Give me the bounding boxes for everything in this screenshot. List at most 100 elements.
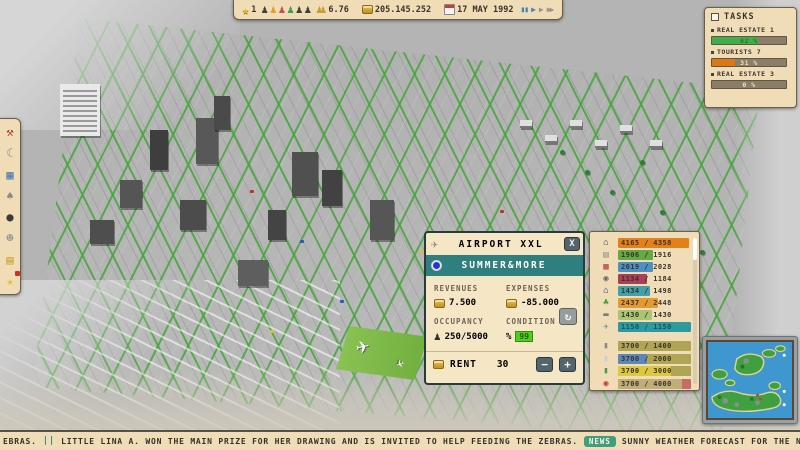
airplane-icon: ✈ [431, 237, 439, 251]
task-progressbar: 0 % [711, 80, 787, 89]
date-value: 17 MAY 1992 [457, 4, 514, 15]
achievements-button[interactable]: ★ [2, 270, 20, 289]
car [270, 330, 274, 333]
task-label: REAL ESTATE 1 [717, 26, 775, 34]
minimap[interactable] [702, 336, 798, 424]
news-ticker: EBRAS. || LITTLE LINA A. WON THE MAIN PR… [0, 430, 800, 450]
money-value: 205.145.252 [374, 4, 432, 15]
resource-row-traffic: ▬ 1430 / 1430 [594, 309, 691, 321]
car-icon: ▬ [603, 310, 609, 320]
toolbar-sidebar: ⚒ ☾ ▦ ♠ ● ☻ ▤ ★ [0, 118, 21, 295]
industry-icon: ▦ [603, 262, 609, 272]
owner-radio-icon[interactable] [431, 260, 442, 271]
fastest-button[interactable]: ▶▶ [547, 5, 555, 14]
star-count: 1 [251, 4, 257, 15]
resource-value: 1134 / 1184 [621, 275, 672, 283]
percent-sign: % [506, 331, 512, 342]
resource-value: 3700 / 4000 [621, 379, 672, 388]
task-item[interactable]: REAL ESTATE 3 0 % [711, 70, 790, 89]
building [620, 125, 632, 133]
resource-row-buildings: ⌂ 4165 / 4358 [594, 237, 691, 249]
star-icon: ★ [6, 273, 14, 288]
resource-row-leisure: ◉ 1134 / 1184 [594, 273, 691, 285]
statistics-button[interactable]: ▦ [2, 167, 18, 183]
money-icon [433, 360, 444, 369]
star-rating: ★ 1 [242, 4, 256, 16]
rent-increase-button[interactable]: + [559, 357, 576, 372]
bullet-icon [711, 28, 714, 32]
build-tools-button[interactable]: ⚒ [2, 124, 18, 140]
resource-row-parks: ♣ 2437 / 2448 [594, 297, 691, 309]
face-icon: ☻ [6, 231, 14, 246]
top-status-bar: ★ 1 ♟ ♟ ♟ ♟ ♟ ♟ ♟ ♟ 6.76 205.145.252 17 … [233, 0, 563, 20]
task-percent: 62 % [740, 36, 758, 45]
expenses-value: -85.000 [521, 298, 559, 308]
money-icon [506, 298, 517, 308]
satisfaction-rating: ♟ ♟ 6.76 [316, 4, 349, 15]
owner-name: SUMMER&MORE [461, 260, 547, 271]
pause-button[interactable]: ▮▮ [520, 5, 529, 14]
supply-icon: ▮ [603, 353, 609, 364]
building [292, 152, 318, 196]
people-button[interactable]: ☻ [2, 230, 18, 246]
star-icon: ★ [242, 2, 250, 17]
notification-badge [15, 270, 20, 276]
supply-icon: ▮ [603, 341, 609, 352]
car [340, 300, 344, 303]
scrollbar-thumb[interactable] [693, 238, 697, 260]
airplane-icon: ✈ [603, 322, 609, 332]
tree [585, 170, 590, 175]
hammer-wrench-icon: ⚒ [6, 125, 14, 140]
day-night-button[interactable]: ☾ [2, 145, 18, 161]
buildings-icon: ⌂ [603, 238, 609, 248]
person-icon: ♟ [269, 3, 277, 16]
task-progressbar: 31 % [711, 58, 787, 67]
task-label: TOURISTS 7 [717, 48, 762, 56]
money-icon [361, 5, 373, 14]
fast-button[interactable]: ▶ [539, 5, 544, 14]
play-button[interactable]: ▶ [531, 5, 536, 14]
sea-top-left [0, 0, 240, 130]
minimap-frame [706, 340, 794, 420]
task-item[interactable]: TOURISTS 7 31 % [711, 48, 790, 67]
money-icon [434, 298, 445, 308]
world-button[interactable]: ● [2, 209, 18, 225]
rebuild-button[interactable]: ↻ [559, 308, 577, 325]
building [650, 140, 662, 148]
news-badge: NEWS [583, 435, 616, 447]
building [322, 170, 342, 206]
scrollbar[interactable] [693, 238, 697, 384]
airport-dialog: ✈ AIRPORT XXL X SUMMER&MORE REVENUES 7.5… [424, 231, 585, 385]
occupancy-value: 250/5000 [444, 331, 488, 342]
shovel-icon: ♠ [6, 188, 14, 203]
tasks-panel: TASKS REAL ESTATE 1 62 % TOURISTS 7 31 %… [704, 7, 797, 108]
checkbox-icon [711, 13, 719, 21]
person-icon: ♟ [304, 3, 312, 16]
person-icon: ♟ [287, 3, 294, 16]
terrain-button[interactable]: ♠ [2, 188, 18, 204]
lifebuoy-icon: ◉ [603, 378, 609, 389]
group-icon: ♟ [319, 3, 327, 16]
task-percent: 31 % [740, 58, 758, 67]
owner-banner: SUMMER&MORE [426, 255, 583, 276]
tasks-title: TASKS [724, 12, 755, 22]
finance-button[interactable]: ▤ [2, 252, 18, 268]
resource-value: 1906 / 1916 [621, 251, 672, 259]
task-item[interactable]: REAL ESTATE 1 62 % [711, 26, 790, 45]
resource-value: 2437 / 2448 [621, 299, 672, 307]
tasks-header[interactable]: TASKS [711, 12, 790, 22]
close-button[interactable]: X [564, 237, 580, 251]
condition-value: 99 [515, 331, 534, 342]
calendar-icon [444, 4, 456, 15]
car [300, 240, 304, 243]
resource-row-hotels: ⌂ 1434 / 1498 [594, 285, 691, 297]
resource-row-supply-3: ▮ 3700 / 3000 [594, 365, 691, 378]
person-icon: ♟ [278, 3, 286, 16]
building [60, 84, 100, 136]
resource-row-supply-4: ◉ 3700 / 4000 [594, 378, 691, 391]
building [370, 200, 394, 240]
rent-decrease-button[interactable]: − [536, 357, 553, 372]
resource-value: 1430 / 1430 [621, 311, 672, 319]
person-icon: ♟ [434, 330, 441, 343]
resource-row-supply-2: ▮ 3700 / 2000 [594, 353, 691, 366]
